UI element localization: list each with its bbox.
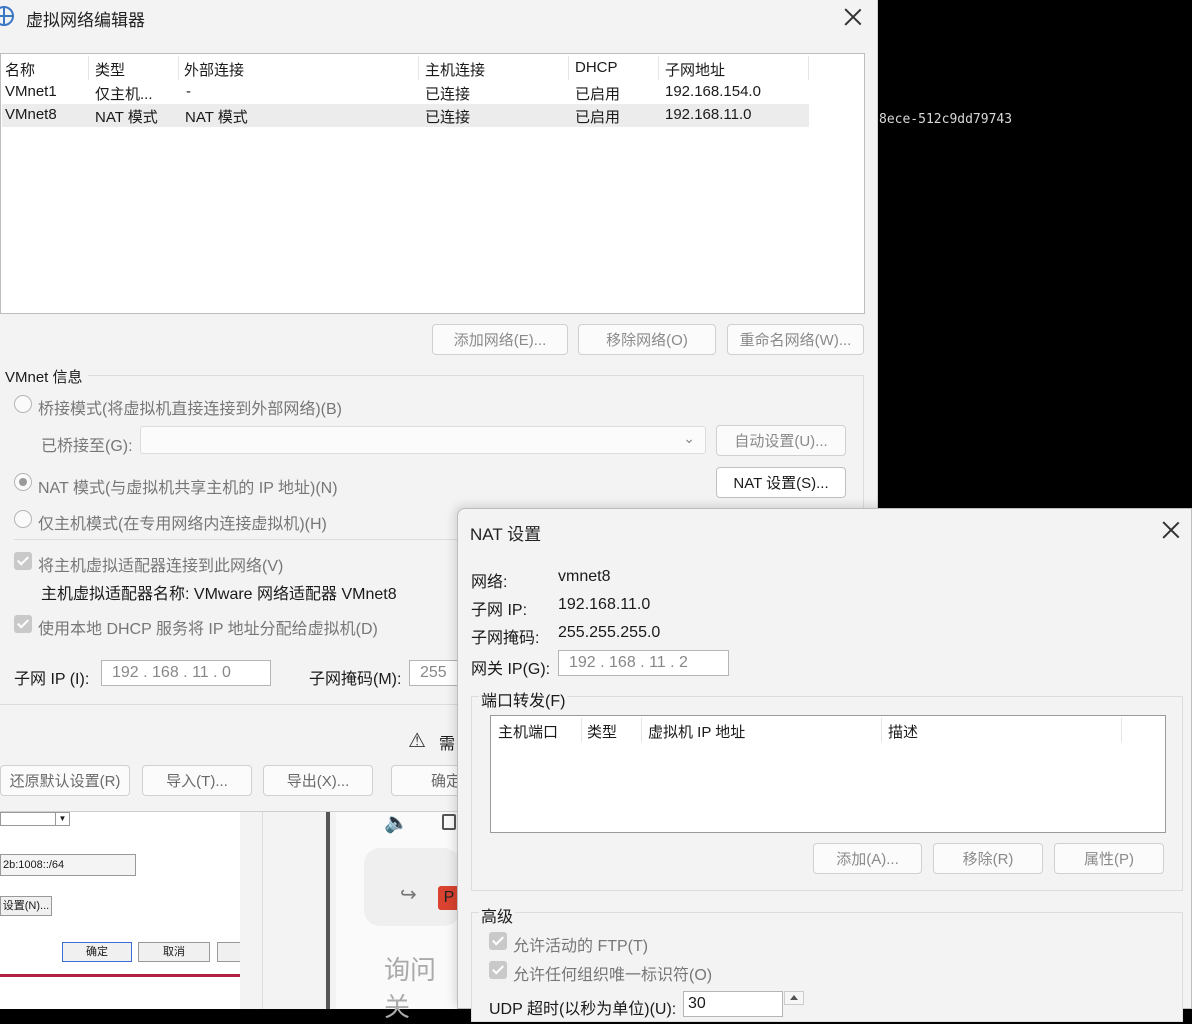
nat-subnet-mask-value: 255.255.255.0 (558, 624, 661, 641)
column-header-type[interactable]: 类型 (587, 721, 617, 742)
add-network-button[interactable]: 添加网络(E)... (432, 324, 568, 355)
export-button[interactable]: 导出(X)... (263, 765, 373, 796)
auto-settings-button[interactable]: 自动设置(U)... (716, 425, 846, 456)
port-forwarding-label: 端口转发(F) (479, 687, 568, 711)
spin-up-icon[interactable] (784, 991, 804, 1005)
chevron-down-icon: ▼ (55, 813, 69, 825)
allow-oui-label: 允许任何组织唯一标识符(O) (513, 967, 713, 984)
advanced-label: 高级 (479, 903, 516, 927)
background-cancel-button[interactable]: 取消 (138, 942, 210, 962)
column-header-dhcp[interactable]: DHCP (575, 59, 618, 76)
warning-icon: ⚠ (408, 730, 426, 752)
use-dhcp-checkbox[interactable] (14, 615, 32, 633)
ipv6-prefix-field[interactable]: 2b:1008::/64 (0, 854, 136, 876)
rename-network-button[interactable]: 重命名网络(W)... (727, 324, 864, 355)
nat-subnet-mask-label: 子网掩码: (471, 630, 540, 647)
cell-type: NAT 模式 (95, 109, 158, 126)
background-button-partial[interactable] (217, 942, 240, 962)
separator (14, 539, 458, 540)
cell-subnet: 192.168.11.0 (665, 106, 752, 123)
allow-ftp-label: 允许活动的 FTP(T) (513, 938, 649, 955)
column-header-vm-ip[interactable]: 虚拟机 IP 地址 (648, 721, 745, 742)
close-icon[interactable] (1162, 521, 1180, 539)
globe-icon (0, 6, 14, 26)
network-label: 网络: (471, 574, 508, 591)
cell-dhcp: 已启用 (575, 109, 621, 126)
background-assistant-window: 🔈 ↪ P 询问关 (240, 810, 460, 1022)
remove-network-button[interactable]: 移除网络(O) (578, 324, 716, 355)
network-table: 名称 类型 外部连接 主机连接 DHCP 子网地址 VMnet1 仅主机... … (0, 53, 865, 314)
nat-settings-dialog: NAT 设置 网络: vmnet8 子网 IP: 192.168.11.0 子网… (457, 508, 1192, 1022)
divider (262, 810, 263, 1009)
dialog-title: 虚拟网络编辑器 (26, 11, 145, 30)
use-dhcp-label: 使用本地 DHCP 服务将 IP 地址分配给虚拟机(D) (38, 621, 378, 638)
bridged-to-label: 已桥接至(G): (41, 438, 133, 455)
nat-mode-label: NAT 模式(与虚拟机共享主机的 IP 地址)(N) (38, 480, 338, 497)
speaker-icon[interactable]: 🔈 (384, 810, 409, 835)
vmnet-info-title: VMnet 信息 (5, 369, 83, 386)
background-dropdown[interactable]: ▼ (0, 812, 70, 826)
share-arrow-icon: ↪ (400, 884, 417, 906)
bridged-label: 桥接模式(将虚拟机直接连接到外部网络)(B) (38, 401, 342, 418)
gateway-ip-label: 网关 IP(G): (471, 661, 551, 678)
allow-ftp-checkbox[interactable] (489, 932, 507, 950)
cell-host: 已连接 (425, 86, 471, 103)
gateway-ip-input[interactable]: 192 . 168 . 11 . 2 (558, 650, 729, 676)
subnet-ip-input[interactable]: 192 . 168 . 11 . 0 (101, 660, 271, 686)
pf-add-button[interactable]: 添加(A)... (813, 843, 922, 874)
cell-dhcp: 已启用 (575, 86, 621, 103)
ask-input-placeholder[interactable]: 询问关 (384, 950, 460, 1024)
cell-external: NAT 模式 (185, 109, 248, 126)
bridged-radio[interactable] (14, 395, 32, 413)
subnet-ip-label: 子网 IP (I): (14, 671, 90, 688)
terminal-text: 8ece-512c9dd79743 (879, 112, 1013, 127)
udp-timeout-input[interactable]: 30 (683, 991, 783, 1017)
group-border (88, 375, 864, 376)
nat-subnet-ip-label: 子网 IP: (471, 602, 528, 619)
column-header-host[interactable]: 主机连接 (425, 59, 485, 80)
window-edge (326, 810, 330, 1009)
chevron-down-icon: ⌄ (683, 430, 695, 446)
port-forwarding-table[interactable]: 主机端口 类型 虚拟机 IP 地址 描述 (490, 715, 1166, 833)
background-accent-bar (0, 974, 240, 977)
cell-name: VMnet8 (5, 106, 57, 123)
column-header-host-port[interactable]: 主机端口 (498, 721, 558, 742)
host-only-radio[interactable] (14, 510, 32, 528)
connect-adapter-checkbox[interactable] (14, 552, 32, 570)
adapter-name-label: 主机虚拟适配器名称: VMware 网络适配器 VMnet8 (41, 586, 397, 603)
bridged-to-select[interactable]: ⌄ (140, 426, 706, 454)
udp-timeout-label: UDP 超时(以秒为单位)(U): (489, 1001, 677, 1018)
cell-name: VMnet1 (5, 83, 57, 100)
subnet-mask-label: 子网掩码(M): (309, 671, 402, 688)
background-settings-button[interactable]: 设置(N)... (0, 896, 52, 916)
column-header-type[interactable]: 类型 (95, 59, 125, 80)
allow-oui-checkbox[interactable] (489, 961, 507, 979)
warning-text: 需 (439, 736, 456, 753)
nat-radio[interactable] (14, 473, 32, 491)
column-header-external[interactable]: 外部连接 (184, 59, 244, 80)
cell-type: 仅主机... (95, 86, 153, 103)
host-only-label: 仅主机模式(在专用网络内连接虚拟机)(H) (38, 516, 327, 533)
nat-settings-button[interactable]: NAT 设置(S)... (716, 467, 846, 498)
column-header-description[interactable]: 描述 (888, 721, 918, 742)
network-value: vmnet8 (558, 568, 611, 585)
copy-icon[interactable] (442, 814, 456, 830)
nat-subnet-ip-value: 192.168.11.0 (558, 596, 651, 613)
nat-dialog-title: NAT 设置 (470, 525, 542, 544)
restore-defaults-button[interactable]: 还原默认设置(R) (0, 765, 130, 796)
import-button[interactable]: 导入(T)... (142, 765, 252, 796)
cell-external: - (186, 83, 191, 100)
pf-remove-button[interactable]: 移除(R) (933, 843, 1043, 874)
column-header-name[interactable]: 名称 (5, 59, 35, 80)
background-network-window: ▼ 2b:1008::/64 设置(N)... 确定 取消 (0, 810, 240, 1009)
column-header-subnet[interactable]: 子网地址 (665, 59, 725, 80)
close-icon[interactable] (844, 8, 862, 26)
background-ok-button[interactable]: 确定 (62, 942, 132, 962)
cell-host: 已连接 (425, 109, 471, 126)
pf-properties-button[interactable]: 属性(P) (1054, 843, 1164, 874)
cell-subnet: 192.168.154.0 (665, 83, 761, 100)
connect-adapter-label: 将主机虚拟适配器连接到此网络(V) (38, 558, 284, 575)
